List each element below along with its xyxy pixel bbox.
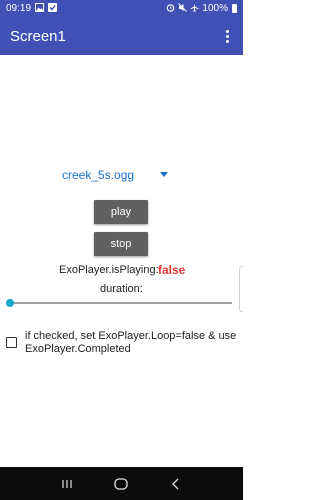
- audio-file-spinner[interactable]: creek_5s.ogg: [62, 166, 182, 184]
- loop-option-row[interactable]: if checked, set ExoPlayer.Loop=false & u…: [6, 330, 238, 356]
- duration-label: duration:: [100, 283, 143, 295]
- airplane-icon: [190, 3, 199, 14]
- app-title: Screen1: [10, 27, 66, 45]
- slider-track: [10, 302, 232, 304]
- spinner-selected-value: creek_5s.ogg: [62, 168, 135, 182]
- loop-checkbox-label: if checked, set ExoPlayer.Loop=false & u…: [25, 330, 237, 355]
- image-icon: [35, 3, 45, 14]
- clock: 09:19: [6, 3, 32, 14]
- isplaying-value: false: [158, 263, 186, 277]
- recents-icon[interactable]: [59, 476, 75, 492]
- play-button[interactable]: play: [94, 200, 148, 224]
- back-icon[interactable]: [168, 476, 184, 492]
- isplaying-row: ExoPlayer.isPlaying: false: [0, 263, 243, 279]
- alarm-icon: [166, 3, 175, 14]
- status-right: 100%: [166, 3, 237, 14]
- status-left: 09:19: [6, 3, 58, 14]
- mute-icon: [178, 3, 188, 14]
- stop-button[interactable]: stop: [94, 232, 148, 256]
- battery-icon: [232, 4, 237, 13]
- status-bar: 09:19 100%: [0, 0, 243, 17]
- position-slider[interactable]: [6, 296, 232, 310]
- navigation-bar: [0, 467, 243, 500]
- slider-thumb[interactable]: [6, 299, 14, 307]
- dropdown-arrow-icon: [160, 172, 168, 177]
- overflow-menu-icon[interactable]: [221, 26, 233, 46]
- edge-panel-handle[interactable]: [239, 266, 243, 312]
- home-icon[interactable]: [113, 476, 129, 492]
- check-icon: [48, 3, 58, 14]
- battery-percent: 100%: [202, 3, 228, 14]
- loop-checkbox[interactable]: [6, 337, 17, 348]
- isplaying-label: ExoPlayer.isPlaying:: [59, 264, 159, 276]
- app-bar: Screen1: [0, 17, 243, 55]
